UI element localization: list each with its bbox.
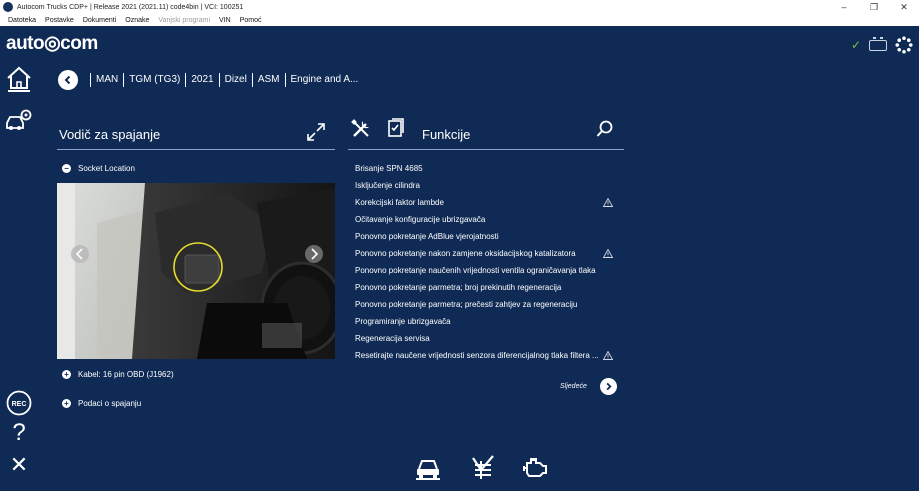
connection-guide-title: Vodič za spajanje: [59, 127, 161, 142]
menu-item-vanjski-programi[interactable]: Vanjski programi: [158, 17, 210, 24]
function-label: Isključenje cilindra: [355, 181, 420, 190]
home-icon: [7, 66, 31, 92]
record-button[interactable]: REC: [4, 388, 34, 418]
warning-icon: [603, 249, 613, 258]
breadcrumb-fuel[interactable]: Dizel: [218, 73, 252, 87]
chevron-left-icon: [64, 75, 71, 85]
function-label: Resetirajte naučene vrijednosti senzora …: [355, 351, 599, 360]
function-item[interactable]: Ponovno pokretanje parmetra; prečesti za…: [355, 296, 617, 313]
menu-item-postavke[interactable]: Postavke: [45, 17, 74, 24]
cable-info-toggle[interactable]: + Kabel: 16 pin OBD (J1962): [57, 368, 174, 380]
next-label: Sljedeće: [560, 383, 587, 390]
close-window-button[interactable]: ✕: [889, 0, 919, 14]
functions-list: Brisanje SPN 4685 Isključenje cilindra K…: [355, 160, 617, 364]
vehicle-diagnostics-button[interactable]: [4, 106, 34, 136]
window-titlebar: Autocom Trucks CDP+ | Release 2021 (2021…: [0, 0, 919, 14]
menu-bar: Datoteka Postavke Dokumenti Oznake Vanjs…: [0, 14, 919, 26]
function-item[interactable]: Ponovno pokretanje naučenih vrijednosti …: [355, 262, 617, 279]
breadcrumb-year[interactable]: 2021: [185, 73, 218, 87]
function-label: Regeneracija servisa: [355, 334, 430, 343]
socket-location-photo: [57, 183, 335, 359]
menu-item-dokumenti[interactable]: Dokumenti: [83, 17, 116, 24]
function-label: Ponovno pokretanje naučenih vrijednosti …: [355, 266, 596, 275]
maximize-button[interactable]: ❐: [859, 0, 889, 14]
breadcrumb-system[interactable]: ASM: [251, 73, 285, 87]
next-page-control[interactable]: Sljedeće: [560, 378, 617, 395]
connected-check-icon: ✓: [850, 38, 861, 52]
function-label: Ponovno pokretanje AdBlue vjerojatnosti: [355, 232, 499, 241]
breadcrumb: MAN TGM (TG3) 2021 Dizel ASM Engine and …: [58, 69, 363, 91]
function-item[interactable]: Programiranje ubrizgavača: [355, 313, 617, 330]
function-item[interactable]: Ponovno pokretanje parmetra; broj prekin…: [355, 279, 617, 296]
function-label: Korekcijski faktor lambde: [355, 198, 444, 207]
expand-icon[interactable]: [305, 121, 327, 143]
search-icon[interactable]: [596, 120, 614, 138]
menu-item-pomoc[interactable]: Pomoć: [240, 17, 262, 24]
connection-data-toggle[interactable]: + Podaci o spajanju: [57, 397, 141, 409]
function-item[interactable]: Isključenje cilindra: [355, 177, 617, 194]
connection-guide-panel: Vodič za spajanje − Socket Location + Ka…: [57, 116, 335, 408]
plus-icon: +: [62, 369, 71, 379]
rec-icon: REC: [6, 390, 32, 416]
back-button[interactable]: [58, 70, 78, 90]
app-main: auto◎com ✓ REC ? ✕ MAN TGM (TG3) 2021 Di…: [0, 26, 919, 491]
warning-icon: [603, 351, 613, 360]
function-label: Ponovno pokretanje parmetra; prečesti za…: [355, 300, 578, 309]
plus-icon: +: [62, 398, 71, 408]
collapse-icon: −: [62, 163, 71, 173]
autocom-logo: auto◎com: [6, 33, 98, 54]
window-title: Autocom Trucks CDP+ | Release 2021 (2021…: [17, 3, 244, 11]
function-item[interactable]: Korekcijski faktor lambde: [355, 194, 617, 211]
function-label: Ponovno pokretanje nakon zamjene oksidac…: [355, 249, 576, 258]
warning-icon: [603, 198, 613, 207]
exit-button[interactable]: ✕: [4, 450, 34, 480]
function-label: Programiranje ubrizgavača: [355, 317, 451, 326]
breadcrumb-model[interactable]: TGM (TG3): [123, 73, 185, 87]
help-button[interactable]: ?: [4, 418, 34, 448]
function-item[interactable]: Brisanje SPN 4685: [355, 160, 617, 177]
function-item[interactable]: Regeneracija servisa: [355, 330, 617, 347]
function-item[interactable]: Ponovno pokretanje AdBlue vjerojatnosti: [355, 228, 617, 245]
breadcrumb-module[interactable]: Engine and A...: [284, 73, 364, 87]
socket-photo-image: [57, 183, 335, 359]
socket-location-label: Socket Location: [78, 163, 135, 173]
rec-label: REC: [12, 401, 27, 408]
adjust-check-icon[interactable]: [469, 454, 497, 480]
menu-item-datoteka[interactable]: Datoteka: [8, 17, 36, 24]
function-label: Ponovno pokretanje parmetra; broj prekin…: [355, 283, 562, 292]
breadcrumb-manufacturer[interactable]: MAN: [90, 73, 123, 87]
functions-panel: Funkcije Brisanje SPN 4685 Isključenje c…: [348, 116, 624, 360]
chevron-right-icon: [606, 382, 612, 391]
function-item[interactable]: Ponovno pokretanje nakon zamjene oksidac…: [355, 245, 617, 262]
battery-icon: [869, 36, 887, 51]
function-label: Očitavanje konfiguracije ubrizgavača: [355, 215, 486, 224]
window-controls: – ❐ ✕: [829, 0, 919, 14]
home-button[interactable]: [4, 64, 34, 94]
connection-guide-header: Vodič za spajanje: [57, 116, 335, 150]
menu-item-oznake[interactable]: Oznake: [125, 17, 149, 24]
tools-icon[interactable]: [350, 118, 372, 140]
vehicle-view-icon[interactable]: [414, 454, 442, 480]
socket-location-toggle[interactable]: − Socket Location: [57, 162, 135, 174]
connection-data-label: Podaci o spajanju: [78, 398, 142, 408]
status-area: ✓: [851, 36, 913, 54]
menu-item-vin[interactable]: VIN: [219, 17, 231, 24]
settings-gear-icon[interactable]: [895, 36, 913, 54]
next-button[interactable]: [599, 378, 617, 395]
app-icon: [3, 2, 13, 12]
functions-header: Funkcije: [348, 116, 624, 150]
minimize-button[interactable]: –: [829, 0, 859, 14]
document-icon[interactable]: [386, 117, 406, 139]
function-item[interactable]: Očitavanje konfiguracije ubrizgavača: [355, 211, 617, 228]
functions-title: Funkcije: [422, 127, 471, 142]
car-gear-icon: [6, 109, 32, 130]
function-item[interactable]: Resetirajte naučene vrijednosti senzora …: [355, 347, 617, 364]
function-label: Brisanje SPN 4685: [355, 164, 423, 173]
cable-label: Kabel: 16 pin OBD (J1962): [78, 369, 174, 379]
engine-icon[interactable]: [521, 454, 549, 480]
